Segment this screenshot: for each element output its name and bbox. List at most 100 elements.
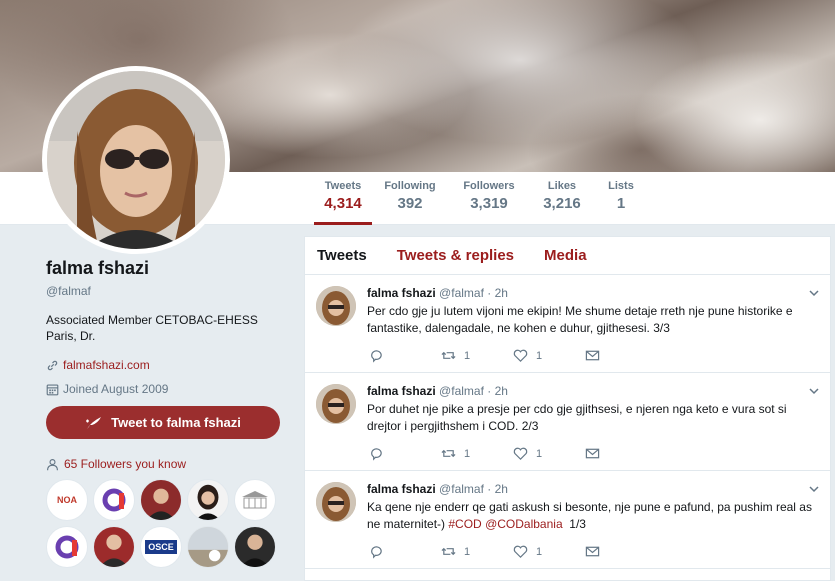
follower-avatar-building[interactable] xyxy=(234,479,276,521)
nav-lists-label: Lists xyxy=(608,180,634,192)
man-portrait-icon xyxy=(240,534,270,567)
quill-icon xyxy=(86,416,102,429)
tweet-author-handle[interactable]: @falmaf xyxy=(439,482,484,496)
reply-button[interactable] xyxy=(369,544,441,559)
envelope-icon xyxy=(585,546,600,557)
follower-avatar-a-logo-2[interactable] xyxy=(46,526,88,568)
nav-tweets[interactable]: Tweets 4,314 xyxy=(314,180,372,225)
woman-portrait-icon xyxy=(195,484,221,520)
reply-button[interactable] xyxy=(369,446,441,461)
timeline: Tweets Tweets & replies Media falma fsha… xyxy=(304,236,831,581)
tweet-author-name[interactable]: falma fshazi xyxy=(367,286,436,300)
follower-avatar-noa[interactable]: NOA xyxy=(46,479,88,521)
man-portrait-icon xyxy=(146,488,176,520)
retweet-button[interactable]: 1 xyxy=(441,348,513,363)
direct-message-button[interactable] xyxy=(585,544,657,559)
tweet-timestamp[interactable]: · 2h xyxy=(487,384,508,398)
tweet-text: Ka qene nje enderr qe gati askush si bes… xyxy=(367,499,817,533)
direct-message-button[interactable] xyxy=(585,446,657,461)
nav-followers[interactable]: Followers 3,319 xyxy=(462,180,516,212)
like-button[interactable]: 1 xyxy=(513,348,585,363)
heart-icon xyxy=(513,545,528,558)
envelope-icon xyxy=(585,350,600,361)
tweet-avatar[interactable] xyxy=(316,384,356,424)
retweet-count: 1 xyxy=(464,447,471,460)
follower-avatar-man-3[interactable] xyxy=(234,526,276,568)
nav-following-label: Following xyxy=(384,180,436,192)
tweet-avatar[interactable] xyxy=(316,482,356,522)
tab-media[interactable]: Media xyxy=(544,247,587,264)
like-button[interactable]: 1 xyxy=(513,544,585,559)
nav-lists-value: 1 xyxy=(616,195,626,212)
tweet-text-body: Ka qene nje enderr qe gati askush si bes… xyxy=(367,500,812,531)
tweet-author-handle[interactable]: @falmaf xyxy=(439,384,484,398)
follower-avatar-landscape[interactable] xyxy=(187,526,229,568)
tweet-author-handle[interactable]: @falmaf xyxy=(439,286,484,300)
retweet-icon xyxy=(441,547,456,556)
timeline-tabs: Tweets Tweets & replies Media xyxy=(305,237,830,275)
reply-button[interactable] xyxy=(369,348,441,363)
heart-icon xyxy=(513,447,528,460)
like-count: 1 xyxy=(536,545,543,558)
chevron-down-icon[interactable] xyxy=(808,287,820,299)
like-count: 1 xyxy=(536,447,543,460)
tweet-timestamp[interactable]: · 2h xyxy=(487,286,508,300)
profile-avatar[interactable] xyxy=(42,66,230,254)
tweet-text-suffix: 1/3 xyxy=(569,517,586,531)
mention-link[interactable]: @CODalbania xyxy=(485,517,563,531)
tweet-actions: 1 1 xyxy=(369,446,657,461)
profile-bio: Associated Member CETOBAC-EHESS Paris, D… xyxy=(46,312,286,344)
follower-avatar-osce[interactable]: OSCE xyxy=(140,526,182,568)
nav-followers-label: Followers xyxy=(463,180,515,192)
tweet-item[interactable]: falma fshazi @falmaf · 2h Per cdo gje ju… xyxy=(305,275,830,373)
landscape-photo-icon xyxy=(188,527,228,567)
tweet-to-button[interactable]: Tweet to falma fshazi xyxy=(46,406,280,439)
follower-avatar-man-flag[interactable] xyxy=(140,479,182,521)
reply-icon xyxy=(371,350,382,363)
tweet-author-name[interactable]: falma fshazi xyxy=(367,384,436,398)
osce-logo-text: OSCE xyxy=(145,540,177,554)
direct-message-button[interactable] xyxy=(585,348,657,363)
tweet-avatar[interactable] xyxy=(316,286,356,326)
avatar-thumbnail xyxy=(316,286,356,326)
tweet-actions: 1 1 xyxy=(369,348,657,363)
followers-you-know-row[interactable]: 65 Followers you know xyxy=(46,457,286,471)
building-icon xyxy=(242,491,268,509)
nav-tweets-value: 4,314 xyxy=(324,195,362,212)
tweet-author-name[interactable]: falma fshazi xyxy=(367,482,436,496)
avatar-thumbnail xyxy=(316,384,356,424)
hashtag-link[interactable]: #COD xyxy=(448,517,481,531)
chevron-down-icon[interactable] xyxy=(808,385,820,397)
profile-joined-row: Joined August 2009 xyxy=(46,382,286,396)
follower-avatar-woman[interactable] xyxy=(187,479,229,521)
tweet-actions: 1 1 xyxy=(369,544,657,559)
link-icon xyxy=(47,360,58,370)
like-button[interactable]: 1 xyxy=(513,446,585,461)
nav-likes[interactable]: Likes 3,216 xyxy=(540,180,584,212)
chevron-down-icon[interactable] xyxy=(808,483,820,495)
follower-avatar-a-logo[interactable] xyxy=(93,479,135,521)
tweet-text: Per cdo gje ju lutem vijoni me ekipin! M… xyxy=(367,304,793,335)
retweet-button[interactable]: 1 xyxy=(441,446,513,461)
profile-handle[interactable]: @falmaf xyxy=(46,284,286,298)
tab-tweets-replies[interactable]: Tweets & replies xyxy=(397,247,514,264)
nav-following[interactable]: Following 392 xyxy=(384,180,436,212)
nav-lists[interactable]: Lists 1 xyxy=(607,180,635,212)
retweet-button[interactable]: 1 xyxy=(441,544,513,559)
tweet-item[interactable]: falma fshazi @falmaf · 2h Por duhet nje … xyxy=(305,373,830,471)
follower-avatar-man-2[interactable] xyxy=(93,526,135,568)
tab-tweets[interactable]: Tweets xyxy=(317,247,367,264)
profile-website[interactable]: falmafshazi.com xyxy=(63,358,150,372)
reply-icon xyxy=(371,546,382,559)
tweet-timestamp[interactable]: · 2h xyxy=(487,482,508,496)
retweet-icon xyxy=(441,449,456,458)
nav-tweets-label: Tweets xyxy=(324,180,362,192)
nav-following-value: 392 xyxy=(397,195,423,212)
tweet-item[interactable]: falma fshazi @falmaf · 2h Ka qene nje en… xyxy=(305,471,830,569)
tweet-to-label: Tweet to falma fshazi xyxy=(111,415,241,430)
profile-name: falma fshazi xyxy=(46,258,150,278)
reply-icon xyxy=(371,448,382,461)
retweet-count: 1 xyxy=(464,545,471,558)
a-logo-icon xyxy=(102,488,126,512)
noa-logo-text: NOA xyxy=(57,495,77,505)
